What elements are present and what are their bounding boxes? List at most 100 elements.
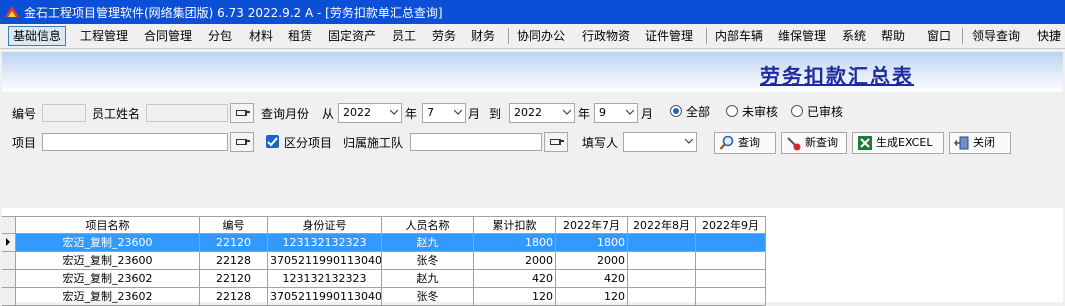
export-excel-button[interactable]: 生成EXCEL [852,132,944,154]
filler-select[interactable] [623,132,697,152]
cell-code[interactable]: 22128 [200,288,268,306]
app-logo-icon [5,6,19,17]
menu-collaboration[interactable]: 协同办公 [513,27,569,45]
menu-vehicles[interactable]: 内部车辆 [711,27,767,45]
report-panel: 劳务扣款汇总表 编号 员工姓名 查询月份 从 2022 年 7 月 到 2022… [2,52,1063,306]
cell-2022-07[interactable]: 120 [556,288,628,306]
cell-2022-08[interactable] [628,288,696,306]
menu-project-mgmt[interactable]: 工程管理 [76,27,132,45]
radio-unaudited[interactable] [726,105,738,117]
cell-total-deduction[interactable]: 1800 [474,234,556,252]
col-header-code[interactable]: 编号 [200,216,268,234]
cell-total-deduction[interactable]: 2000 [474,252,556,270]
from-label: 从 [322,107,335,121]
menu-leader-query[interactable]: 领导查询 [968,27,1024,45]
cell-2022-09[interactable] [696,288,766,306]
query-button[interactable]: 查询 [714,132,776,154]
col-header-person[interactable]: 人员名称 [382,216,474,234]
menu-basic-info[interactable]: 基础信息 [8,26,67,46]
from-year-select[interactable]: 2022 [338,103,402,123]
year-unit-label: 年 [405,107,418,121]
cell-2022-09[interactable] [696,252,766,270]
new-query-button[interactable]: 新查询 [781,132,847,154]
radio-all[interactable] [670,105,682,117]
excel-icon [858,136,872,150]
month-unit-label: 月 [468,107,481,121]
export-excel-button-label: 生成EXCEL [876,136,933,149]
cell-2022-07[interactable]: 1800 [556,234,628,252]
cell-person[interactable]: 赵九 [382,234,474,252]
col-header-2022-09[interactable]: 2022年9月 [696,216,766,234]
exit-door-icon [954,136,969,150]
menu-employee[interactable]: 员工 [388,27,420,45]
menu-window[interactable]: 窗口 [923,27,955,45]
col-header-2022-08[interactable]: 2022年8月 [628,216,696,234]
cell-2022-08[interactable] [628,234,696,252]
row-selector[interactable] [2,288,16,306]
project-picker-button[interactable] [230,132,254,152]
cell-project[interactable]: 宏迈_复制_23600 [16,234,200,252]
menu-lease[interactable]: 租赁 [284,27,316,45]
close-button[interactable]: 关闭 [949,132,1011,154]
cell-code[interactable]: 22128 [200,252,268,270]
menu-certificates[interactable]: 证件管理 [641,27,697,45]
project-input[interactable] [42,133,228,151]
menu-contract-mgmt[interactable]: 合同管理 [140,27,196,45]
menu-subcontract[interactable]: 分包 [204,27,236,45]
team-picker-button[interactable] [544,132,568,152]
to-year-select[interactable]: 2022 [509,103,575,123]
hand-pointer-icon [236,110,250,116]
cell-total-deduction[interactable]: 420 [474,270,556,288]
team-input[interactable] [410,133,542,151]
cell-2022-08[interactable] [628,252,696,270]
radio-audited-label: 已审核 [807,105,844,119]
employee-name-input[interactable] [146,104,228,122]
to-month-select[interactable]: 9 [594,103,638,123]
row-selector[interactable] [2,270,16,288]
cell-person[interactable]: 张冬 [382,288,474,306]
to-year-value: 2022 [514,106,542,119]
row-selector[interactable] [2,234,16,252]
cell-project[interactable]: 宏迈_复制_23602 [16,270,200,288]
query-form: 编号 员工姓名 查询月份 从 2022 年 7 月 到 2022 年 9 月 全… [2,92,1063,208]
menu-labor[interactable]: 劳务 [428,27,460,45]
menu-system[interactable]: 系统 [838,27,870,45]
cell-project[interactable]: 宏迈_复制_23600 [16,252,200,270]
report-header: 劳务扣款汇总表 [2,52,1063,92]
menu-shortcuts[interactable]: 快捷 [1033,27,1065,45]
cell-id-number[interactable]: 370521199011304019 [268,288,382,306]
employee-name-label: 员工姓名 [92,107,141,121]
menu-maintenance[interactable]: 维保管理 [774,27,830,45]
menu-finance[interactable]: 财务 [467,27,499,45]
cell-project[interactable]: 宏迈_复制_23602 [16,288,200,306]
cell-2022-08[interactable] [628,270,696,288]
filler-label: 填写人 [582,136,619,150]
cell-2022-07[interactable]: 420 [556,270,628,288]
cell-total-deduction[interactable]: 120 [474,288,556,306]
cell-id-number[interactable]: 123132132323 [268,270,382,288]
cell-person[interactable]: 赵九 [382,270,474,288]
cell-code[interactable]: 22120 [200,234,268,252]
code-input[interactable] [42,104,86,122]
col-header-id-number[interactable]: 身份证号 [268,216,382,234]
col-header-total-deduction[interactable]: 累计扣款 [474,216,556,234]
col-header-2022-07[interactable]: 2022年7月 [556,216,628,234]
employee-picker-button[interactable] [230,103,254,123]
cell-id-number[interactable]: 123132132323 [268,234,382,252]
row-selector[interactable] [2,252,16,270]
menu-help[interactable]: 帮助 [877,27,909,45]
by-project-checkbox[interactable] [266,135,279,148]
cell-id-number[interactable]: 370521199011304019 [268,252,382,270]
menu-admin-supplies[interactable]: 行政物资 [578,27,634,45]
cell-code[interactable]: 22120 [200,270,268,288]
radio-audited[interactable] [791,105,803,117]
cell-2022-07[interactable]: 2000 [556,252,628,270]
menu-material[interactable]: 材料 [245,27,277,45]
cell-person[interactable]: 张冬 [382,252,474,270]
from-month-select[interactable]: 7 [422,103,466,123]
col-header-project[interactable]: 项目名称 [16,216,200,234]
current-row-arrow-icon [6,238,10,246]
cell-2022-09[interactable] [696,270,766,288]
cell-2022-09[interactable] [696,234,766,252]
menu-fixed-assets[interactable]: 固定资产 [324,27,380,45]
